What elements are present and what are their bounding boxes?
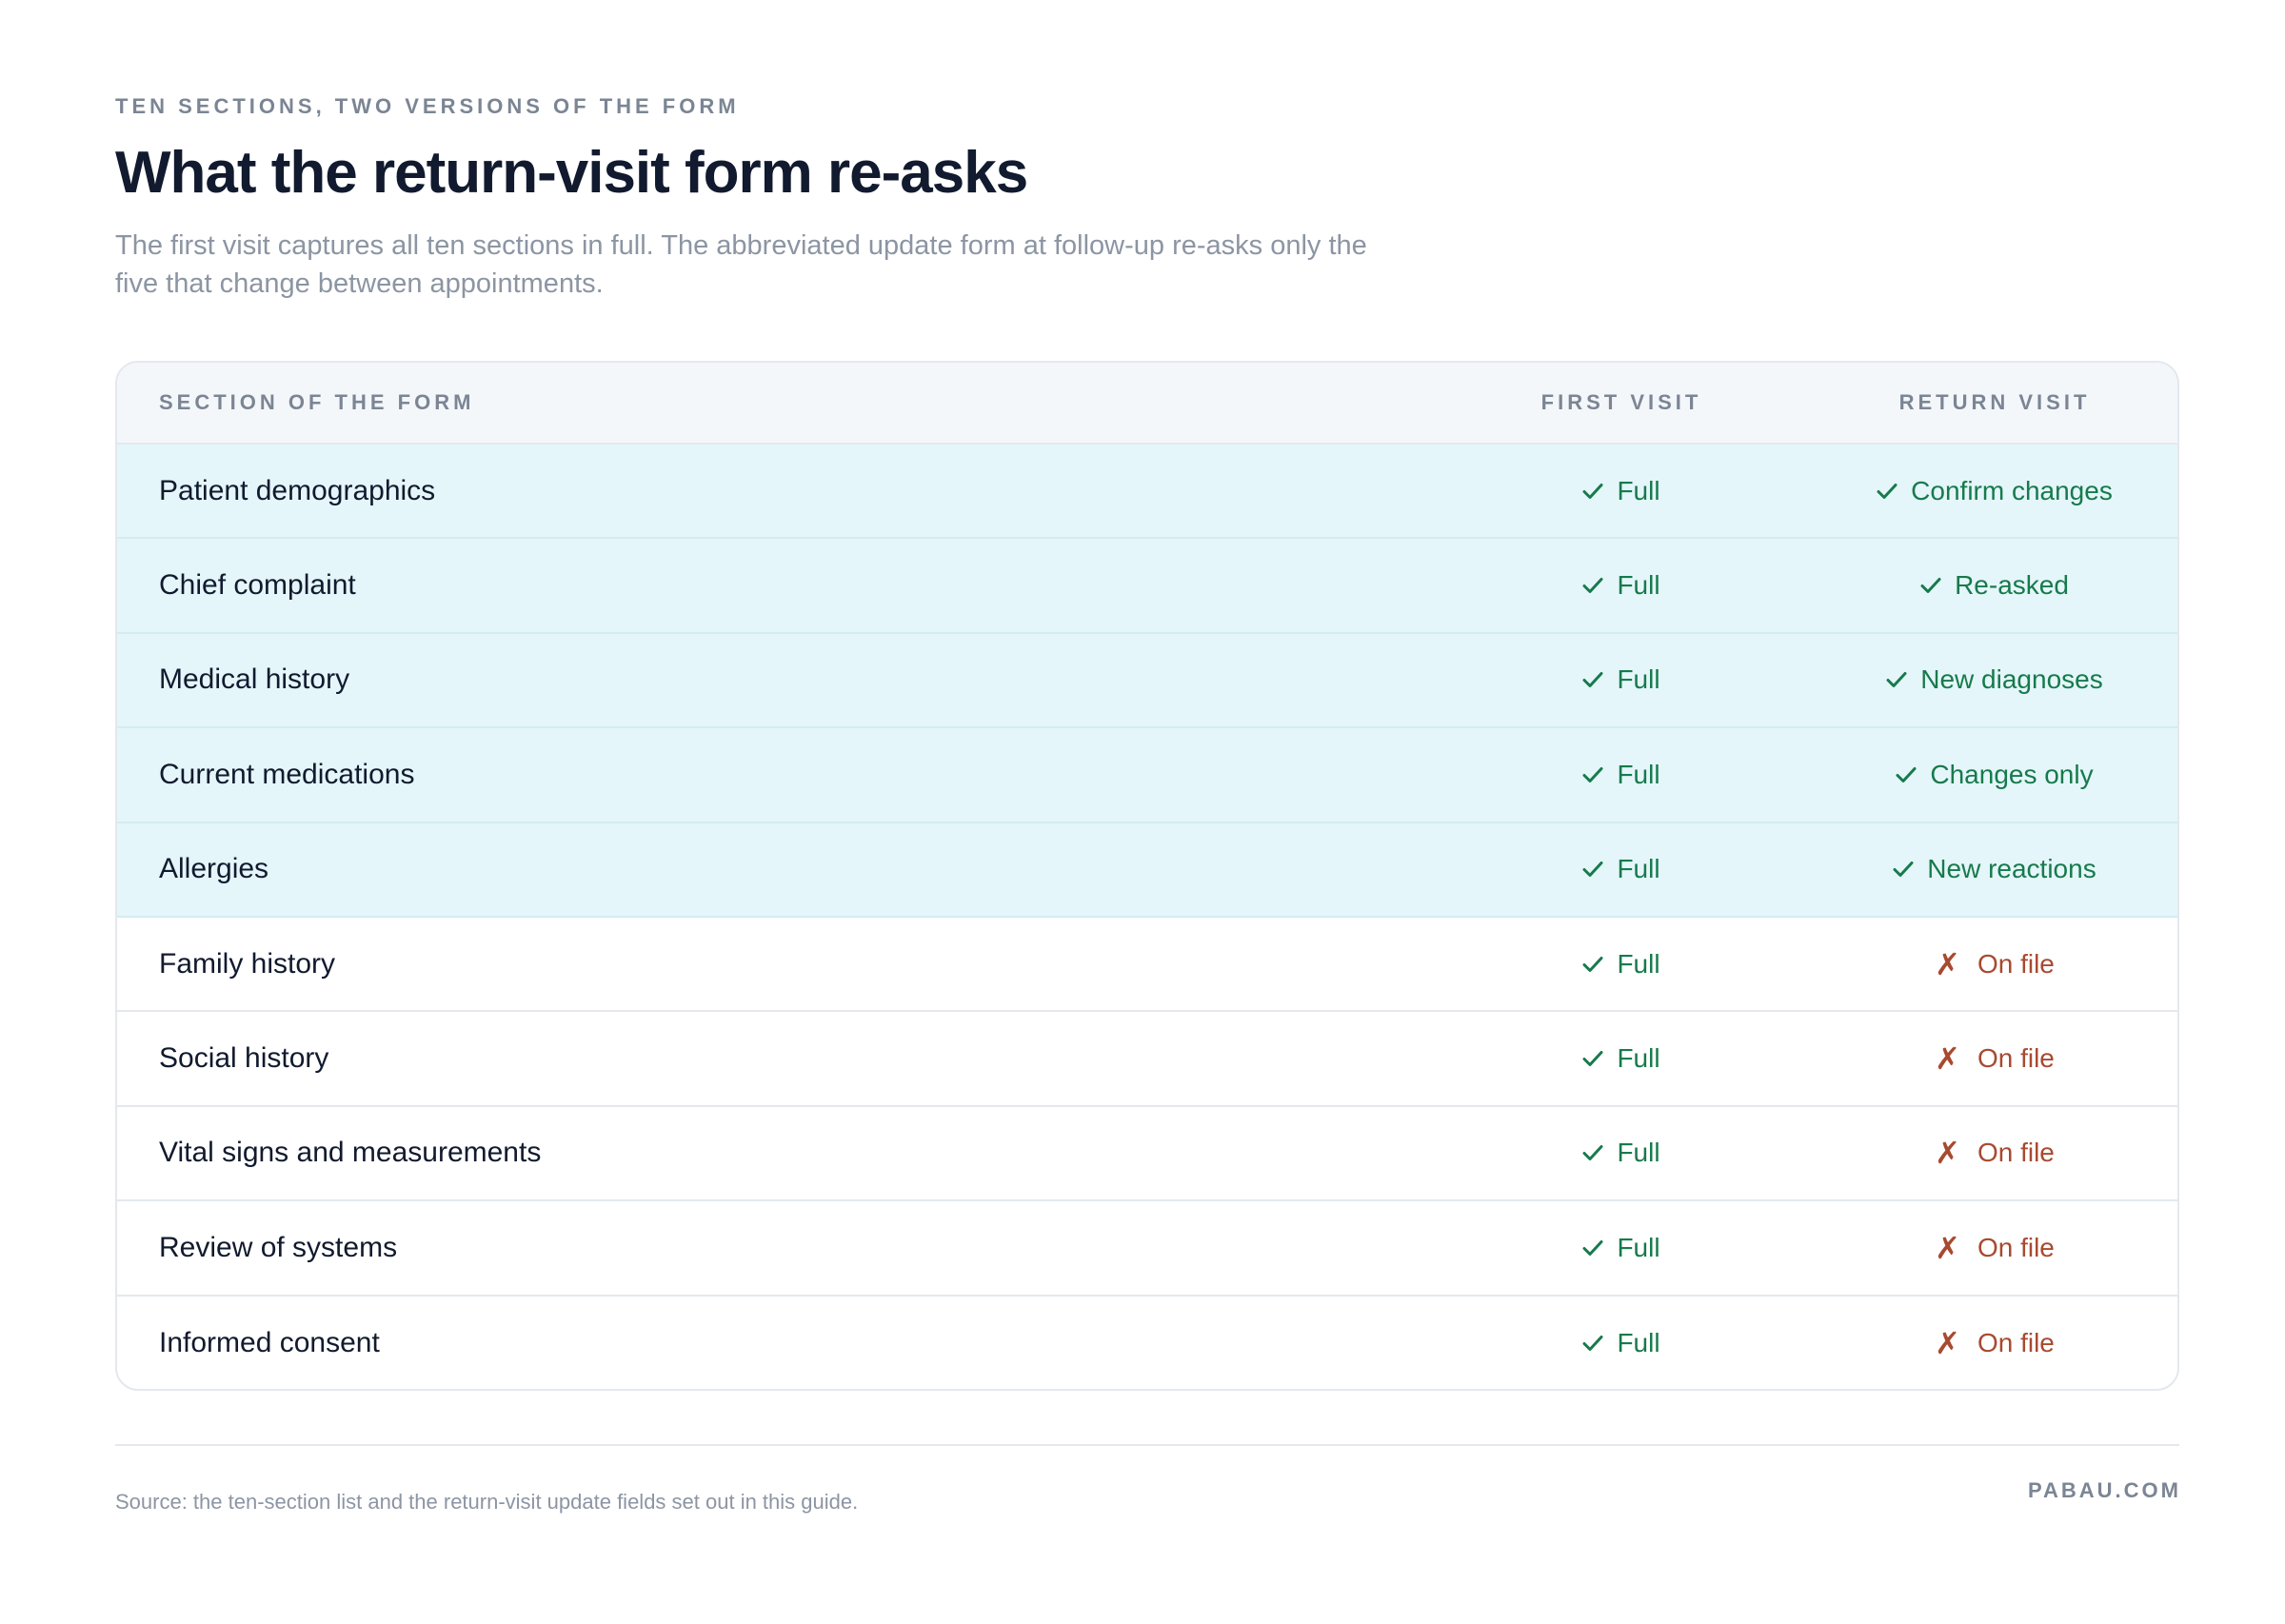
check-icon (1877, 483, 1898, 500)
first-visit-value: Full (1617, 475, 1660, 505)
first-visit-value: Full (1617, 1232, 1660, 1262)
check-icon (1582, 1144, 1603, 1161)
section-name: Informed consent (159, 1327, 380, 1359)
first-visit-value: Full (1617, 948, 1660, 979)
section-name: Vital signs and measurements (159, 1137, 542, 1169)
cross-icon: ✗ (1935, 946, 1960, 981)
column-header-section: SECTION OF THE FORM (159, 390, 475, 414)
cross-icon: ✗ (1935, 1136, 1960, 1171)
return-visit-cell: Confirm changes (1812, 476, 2177, 506)
column-header-return-visit: RETURN VISIT (1898, 390, 2091, 414)
check-icon (1582, 1050, 1603, 1067)
first-visit-value: Full (1617, 1138, 1660, 1168)
first-visit-value: Full (1617, 664, 1660, 695)
first-visit-cell: Full (1431, 1233, 1812, 1263)
check-icon (1582, 1239, 1603, 1257)
comparison-table: SECTION OF THE FORM FIRST VISIT RETURN V… (115, 361, 2179, 1391)
table-row: Current medications Full Changes only (117, 728, 2177, 823)
first-visit-value: Full (1617, 1043, 1660, 1074)
section-name: Allergies (159, 853, 269, 885)
section-name: Review of systems (159, 1231, 398, 1263)
first-visit-value: Full (1617, 759, 1660, 789)
first-visit-cell: Full (1431, 1328, 1812, 1358)
table-row: Medical history Full New diagnoses (117, 633, 2177, 729)
return-visit-cell: ✗ On file (1812, 1233, 2177, 1263)
check-icon (1920, 577, 1941, 594)
return-visit-cell: ✗ On file (1812, 1138, 2177, 1168)
source-note: Source: the ten-section list and the ret… (115, 1490, 859, 1514)
return-visit-value: On file (1977, 1328, 2055, 1358)
section-name: Patient demographics (159, 474, 436, 506)
check-icon (1886, 671, 1907, 688)
check-icon (1582, 577, 1603, 594)
check-icon (1582, 956, 1603, 973)
first-visit-cell: Full (1431, 1043, 1812, 1074)
table-row: Review of systems Full ✗ On file (117, 1201, 2177, 1297)
check-icon (1582, 483, 1603, 500)
first-visit-value: Full (1617, 570, 1660, 601)
column-header-first-visit: FIRST VISIT (1540, 390, 1702, 414)
return-visit-value: New reactions (1927, 854, 2096, 884)
section-name: Current medications (159, 758, 415, 790)
check-icon (1896, 766, 1917, 783)
first-visit-cell: Full (1431, 854, 1812, 884)
check-icon (1582, 766, 1603, 783)
table-header: SECTION OF THE FORM FIRST VISIT RETURN V… (117, 363, 2177, 445)
first-visit-cell: Full (1431, 570, 1812, 601)
eyebrow: TEN SECTIONS, TWO VERSIONS OF THE FORM (115, 94, 740, 118)
return-visit-value: Confirm changes (1911, 475, 2113, 505)
first-visit-cell: Full (1431, 760, 1812, 790)
page-subtitle: The first visit captures all ten section… (115, 230, 1367, 299)
return-visit-cell: ✗ On file (1812, 949, 2177, 980)
section-name: Social history (159, 1042, 329, 1075)
cross-icon: ✗ (1935, 1326, 1960, 1361)
table-row: Chief complaint Full Re-asked (117, 539, 2177, 634)
return-visit-value: Changes only (1930, 759, 2094, 789)
table-row: Patient demographics Full Confirm change… (117, 445, 2177, 540)
return-visit-value: On file (1977, 1138, 2055, 1168)
return-visit-value: New diagnoses (1920, 664, 2103, 695)
return-visit-cell: ✗ On file (1812, 1328, 2177, 1358)
check-icon (1893, 861, 1914, 878)
first-visit-cell: Full (1431, 1138, 1812, 1168)
return-visit-cell: Re-asked (1812, 570, 2177, 601)
first-visit-value: Full (1617, 1328, 1660, 1358)
return-visit-cell: Changes only (1812, 760, 2177, 790)
return-visit-value: On file (1977, 948, 2055, 979)
return-visit-cell: New reactions (1812, 854, 2177, 884)
section-name: Chief complaint (159, 569, 356, 602)
first-visit-cell: Full (1431, 476, 1812, 506)
return-visit-value: On file (1977, 1043, 2055, 1074)
brand-wordmark: PABAU.COM (2027, 1478, 2181, 1502)
return-visit-cell: ✗ On file (1812, 1043, 2177, 1074)
first-visit-cell: Full (1431, 664, 1812, 695)
table-row: Social history Full ✗ On file (117, 1012, 2177, 1107)
return-visit-value: Re-asked (1955, 570, 2069, 601)
check-icon (1582, 1335, 1603, 1352)
table-row: Informed consent Full ✗ On file (117, 1297, 2177, 1389)
section-name: Medical history (159, 663, 350, 696)
table-row: Vital signs and measurements Full ✗ On fi… (117, 1107, 2177, 1202)
table-row: Allergies Full New reactions (117, 822, 2177, 918)
footer-divider (115, 1444, 2179, 1446)
check-icon (1582, 671, 1603, 688)
return-visit-cell: New diagnoses (1812, 664, 2177, 695)
check-icon (1582, 861, 1603, 878)
first-visit-value: Full (1617, 854, 1660, 884)
first-visit-cell: Full (1431, 949, 1812, 980)
cross-icon: ✗ (1935, 1230, 1960, 1265)
table-row: Family history Full ✗ On file (117, 918, 2177, 1013)
section-name: Family history (159, 947, 336, 980)
cross-icon: ✗ (1935, 1041, 1960, 1077)
page-title: What the return-visit form re-asks (115, 140, 1028, 206)
return-visit-value: On file (1977, 1232, 2055, 1262)
